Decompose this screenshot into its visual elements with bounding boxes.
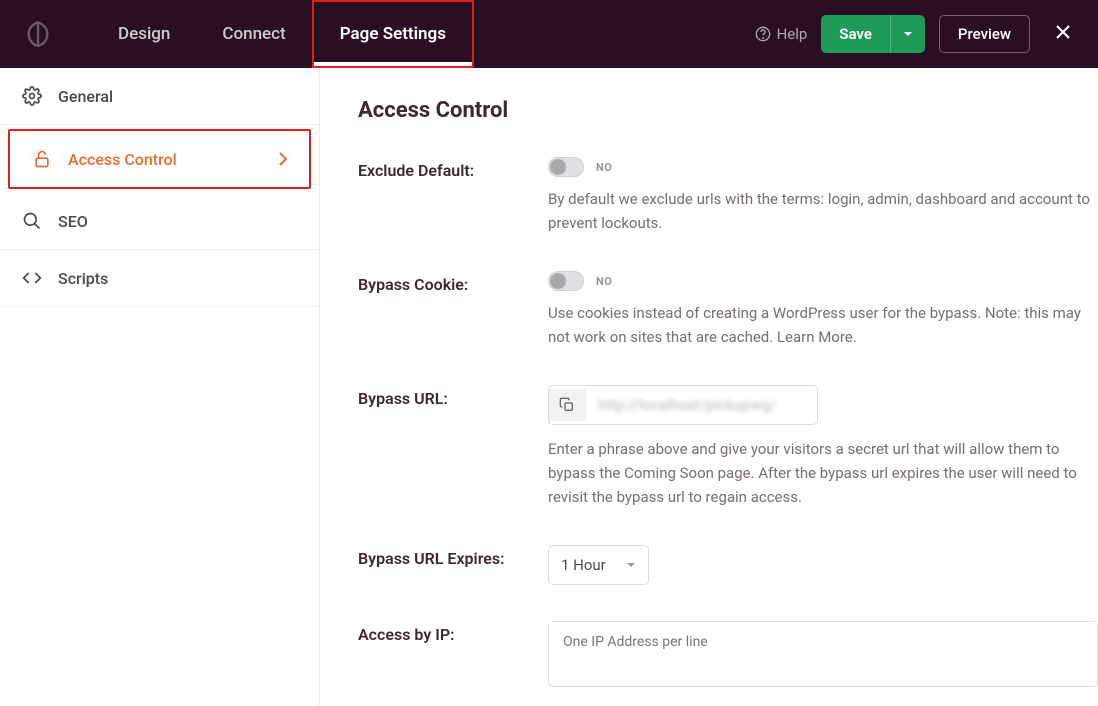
sidebar-item-label: SEO — [58, 212, 88, 231]
select-value: 1 Hour — [561, 556, 606, 574]
save-button-group: Save — [821, 15, 925, 53]
preview-button[interactable]: Preview — [939, 15, 1030, 53]
sidebar-item-label: Access Control — [68, 150, 177, 169]
field-bypass-cookie: Bypass Cookie: NO Use cookies instead of… — [358, 271, 1098, 349]
help-link[interactable]: Help — [755, 25, 808, 43]
field-label: Bypass URL: — [358, 385, 548, 408]
field-description: By default we exclude urls with the term… — [548, 187, 1098, 235]
code-icon — [22, 268, 42, 288]
gear-icon — [22, 86, 42, 106]
toggle-state: NO — [596, 161, 612, 174]
close-button[interactable] — [1044, 16, 1082, 53]
field-label: Bypass URL Expires: — [358, 545, 548, 568]
close-icon — [1054, 23, 1072, 41]
bypass-url-input[interactable] — [586, 386, 817, 424]
sidebar-item-label: Scripts — [58, 269, 108, 288]
field-access-by-ip: Access by IP: — [358, 621, 1098, 687]
bypass-url-input-group — [548, 385, 818, 425]
field-label: Access by IP: — [358, 621, 548, 644]
field-description: Use cookies instead of creating a WordPr… — [548, 301, 1098, 349]
toggle-knob — [550, 159, 566, 175]
help-icon — [755, 26, 771, 42]
tab-design[interactable]: Design — [92, 0, 196, 68]
sidebar-item-general[interactable]: General — [0, 68, 319, 125]
bypass-expires-select[interactable]: 1 Hour — [548, 545, 649, 585]
body-split: General Access Control SEO — [0, 68, 1098, 706]
field-exclude-default: Exclude Default: NO By default we exclud… — [358, 157, 1098, 235]
tab-page-settings[interactable]: Page Settings — [312, 0, 474, 68]
caret-down-icon — [903, 29, 913, 39]
bypass-cookie-toggle[interactable] — [548, 271, 584, 291]
save-dropdown-button[interactable] — [890, 15, 925, 53]
sidebar: General Access Control SEO — [0, 68, 320, 706]
tab-connect[interactable]: Connect — [196, 0, 311, 68]
caret-down-icon — [626, 560, 636, 570]
lock-icon — [32, 149, 52, 169]
save-button[interactable]: Save — [821, 15, 890, 53]
chevron-right-icon — [279, 152, 287, 166]
seedprod-logo-icon — [24, 20, 52, 48]
search-icon — [22, 211, 42, 231]
main-content: Access Control Exclude Default: NO By de… — [320, 68, 1098, 706]
top-header: Design Connect Page Settings Help Save P… — [0, 0, 1098, 68]
header-tabs: Design Connect Page Settings — [92, 0, 474, 68]
copy-button[interactable] — [549, 389, 586, 421]
access-by-ip-input[interactable] — [549, 622, 1097, 682]
field-bypass-expires: Bypass URL Expires: 1 Hour — [358, 545, 1098, 585]
page-title: Access Control — [358, 98, 1098, 123]
field-description: Enter a phrase above and give your visit… — [548, 437, 1098, 509]
sidebar-item-scripts[interactable]: Scripts — [0, 250, 319, 307]
sidebar-item-access-control[interactable]: Access Control — [10, 131, 309, 187]
sidebar-item-seo[interactable]: SEO — [0, 193, 319, 250]
field-bypass-url: Bypass URL: Enter a phrase above and giv… — [358, 385, 1098, 509]
sidebar-item-label: General — [58, 87, 113, 106]
field-label: Bypass Cookie: — [358, 271, 548, 294]
field-label: Exclude Default: — [358, 157, 548, 180]
help-label: Help — [777, 25, 808, 43]
toggle-knob — [550, 273, 566, 289]
header-right: Help Save Preview — [755, 15, 1082, 53]
exclude-default-toggle[interactable] — [548, 157, 584, 177]
copy-icon — [559, 397, 575, 413]
toggle-state: NO — [596, 275, 612, 288]
